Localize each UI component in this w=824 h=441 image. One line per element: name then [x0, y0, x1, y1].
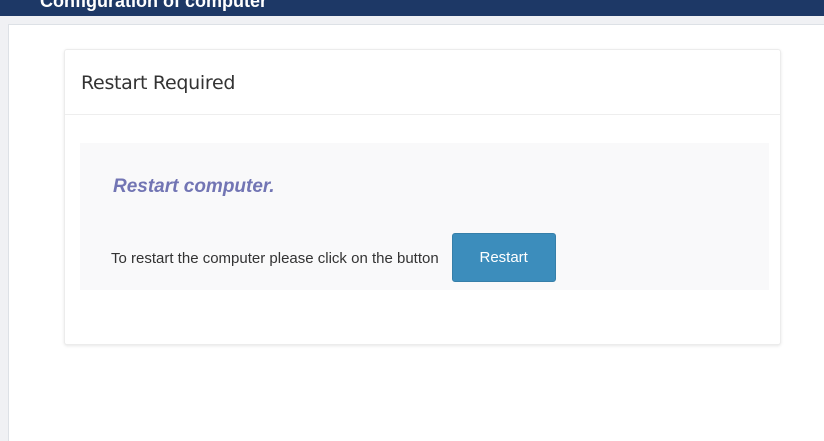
panel-heading: Restart Required	[65, 50, 780, 115]
restart-row: To restart the computer please click on …	[111, 233, 556, 282]
header-title: Configuration of computer	[40, 0, 267, 11]
restart-heading: Restart computer.	[113, 176, 275, 197]
content-area: Restart Required Restart computer. To re…	[8, 24, 824, 441]
top-header-bar: Configuration of computer	[0, 0, 824, 16]
restart-well: Restart computer. To restart the compute…	[80, 143, 769, 290]
restart-button[interactable]: Restart	[451, 233, 556, 282]
restart-instruction: To restart the computer please click on …	[111, 250, 439, 267]
panel-title: Restart Required	[81, 72, 236, 94]
restart-panel: Restart Required Restart computer. To re…	[64, 49, 781, 345]
